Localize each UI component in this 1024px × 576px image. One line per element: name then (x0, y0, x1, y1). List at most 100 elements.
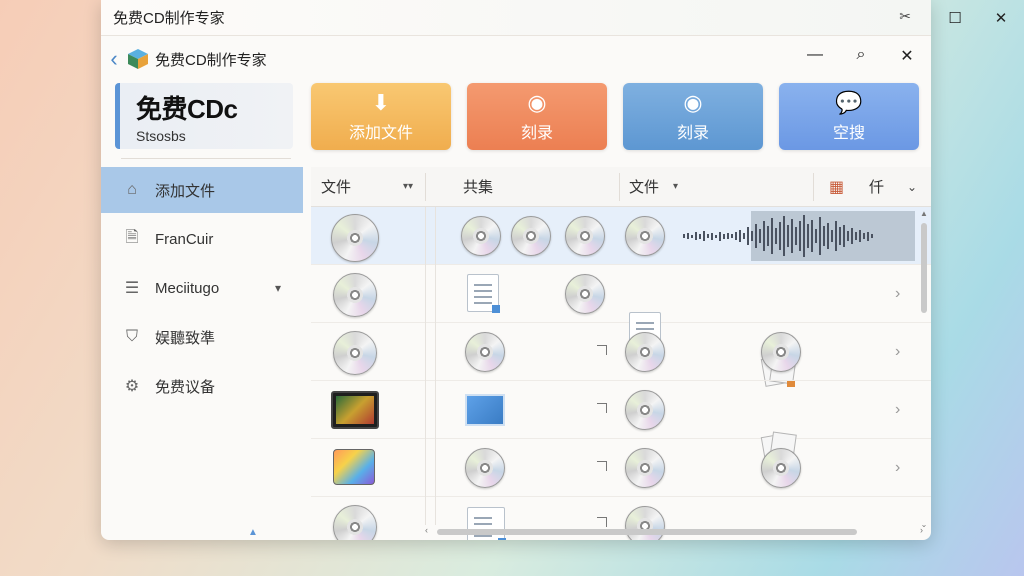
brand-card: 免费CDc Stsosbs (115, 83, 293, 149)
logo-icon (128, 49, 148, 69)
chevron-right-icon[interactable]: › (895, 401, 900, 419)
column-divider (619, 173, 620, 201)
disc-icon (511, 216, 551, 256)
toolbar: ⬇ 添加文件 ◉ 刻录 ◉ 刻录 💬 空搜 (311, 83, 919, 150)
column-header-collection[interactable]: 共集 (463, 176, 493, 197)
table-row[interactable]: › (311, 381, 931, 465)
scroll-left-icon[interactable]: ‹ (425, 525, 428, 535)
tile-label: 刻录 (520, 124, 553, 142)
column-header-row[interactable]: 仟 (869, 176, 884, 197)
scissors-icon[interactable]: ✂ (899, 8, 911, 25)
brand-subtitle: Stsosbs (136, 128, 186, 144)
sidebar-item-add-file[interactable]: ⌂ 添加文件 (101, 167, 303, 213)
disc-icon (465, 448, 505, 488)
chevron-down-icon[interactable]: ▾ (275, 281, 281, 295)
disc-icon (333, 273, 377, 317)
shield-icon: ⛉ (125, 328, 138, 345)
image-icon (465, 394, 505, 426)
sidebar-item-francuir[interactable]: 🗎 FranCuir (101, 216, 303, 262)
inner-window-controls: — ⌕ ✕ (805, 46, 917, 66)
disc-icon: ◉ (527, 89, 547, 115)
minimize-button[interactable]: — (805, 46, 825, 66)
chevron-right-icon[interactable]: › (895, 285, 900, 303)
column-divider (425, 173, 426, 201)
chevron-down-icon[interactable]: ⌄ (907, 180, 917, 194)
sort-icon[interactable]: ▾▾ (403, 181, 413, 192)
home-icon: ⌂ (127, 181, 137, 198)
disc-icon (331, 214, 379, 262)
maximize-button[interactable]: ☐ (932, 0, 978, 36)
scroll-thumb[interactable] (921, 223, 927, 313)
grid-icon[interactable]: ▦ (829, 177, 844, 197)
disc-icon (625, 332, 665, 372)
sidebar-item-label: Meciitugo (155, 279, 220, 297)
table-row[interactable] (311, 207, 931, 265)
outer-titlebar: 免费CD制作专家 ✂ (101, 0, 931, 36)
add-file-button[interactable]: ⬇ 添加文件 (311, 83, 451, 150)
table-header: 文件 ▾▾ 共集 文件 ▾ ▦ 仟 ⌄ (311, 167, 931, 207)
table-body: › › › › (311, 207, 931, 540)
close-button[interactable]: ✕ (978, 0, 1024, 36)
sidebar: ⌂ 添加文件 🗎 FranCuir ☰ Meciitugo ▾ ⛉ 娱聽致準 ⚙… (101, 167, 303, 412)
disc-icon (761, 448, 801, 488)
corner-mark (597, 517, 607, 527)
horizontal-scrollbar[interactable]: ‹ › (423, 525, 923, 537)
outer-title: 免费CD制作专家 (113, 10, 225, 27)
file-table: 文件 ▾▾ 共集 文件 ▾ ▦ 仟 ⌄ › › › › ▲ ⌄ ‹ › (311, 167, 931, 540)
sidebar-item-label: 添加文件 (155, 182, 216, 200)
disc-icon (761, 332, 801, 372)
app-title: 免费CD制作专家 (155, 51, 267, 69)
document-icon (467, 274, 500, 313)
column-header-file-2[interactable]: 文件 (629, 176, 659, 197)
table-row[interactable]: › (311, 439, 931, 497)
scroll-right-icon[interactable]: › (920, 525, 923, 535)
close-button[interactable]: ✕ (897, 46, 917, 66)
column-header-file[interactable]: 文件 (321, 176, 351, 197)
sidebar-item-settings[interactable]: ⚙ 免费议备 (101, 363, 303, 409)
sidebar-item-meciitugo[interactable]: ☰ Meciitugo ▾ (101, 265, 303, 311)
table-row[interactable]: › (311, 323, 931, 381)
sort-icon[interactable]: ▾ (673, 181, 678, 192)
back-icon[interactable]: ‹ (105, 46, 123, 72)
disc-icon (333, 331, 377, 375)
column-divider (435, 207, 436, 525)
chat-icon: 💬 (835, 89, 863, 115)
document-icon: 🗎 (125, 228, 139, 246)
app-window: 免费CD制作专家 ✂ ‹ 免费CD制作专家 — ⌕ ✕ 免费CDc Stsosb… (101, 0, 931, 540)
sidebar-item-label: 免费议备 (155, 378, 216, 396)
corner-mark (597, 461, 607, 471)
chat-button[interactable]: 💬 空搜 (779, 83, 919, 150)
scroll-thumb[interactable] (437, 529, 857, 535)
disc-icon: ◉ (683, 89, 703, 115)
sidebar-item-label: 娱聽致準 (155, 329, 216, 347)
table-row[interactable] (311, 497, 931, 540)
table-row[interactable]: › (311, 265, 931, 387)
chevron-right-icon[interactable]: › (895, 343, 900, 361)
disc-icon (565, 216, 605, 256)
sidebar-item-label: FranCuir (155, 230, 214, 248)
search-icon[interactable]: ⌕ (851, 46, 871, 66)
scroll-up-icon[interactable]: ▲ (919, 209, 929, 218)
column-divider (425, 207, 426, 525)
burn-button[interactable]: ◉ 刻录 (467, 83, 607, 150)
disc-icon (461, 216, 501, 256)
corner-mark (597, 403, 607, 413)
caret-up-icon[interactable]: ▲ (248, 527, 258, 538)
tile-label: 添加文件 (348, 124, 413, 142)
drive-icon (333, 449, 375, 485)
tile-label: 刻录 (676, 124, 709, 142)
tile-label: 空搜 (832, 124, 865, 142)
brand-title: 免费CDc (136, 94, 238, 124)
disc-icon (465, 332, 505, 372)
disc-icon (333, 505, 377, 540)
tablet-icon (331, 391, 379, 429)
chevron-right-icon[interactable]: › (895, 459, 900, 477)
corner-mark (597, 345, 607, 355)
sidebar-item-security[interactable]: ⛉ 娱聽致準 (101, 314, 303, 360)
waveform (679, 211, 915, 261)
column-divider (813, 173, 814, 201)
disc-icon (625, 216, 665, 256)
vertical-scrollbar[interactable]: ▲ ⌄ (919, 207, 929, 529)
divider (121, 158, 291, 159)
burn-button-2[interactable]: ◉ 刻录 (623, 83, 763, 150)
